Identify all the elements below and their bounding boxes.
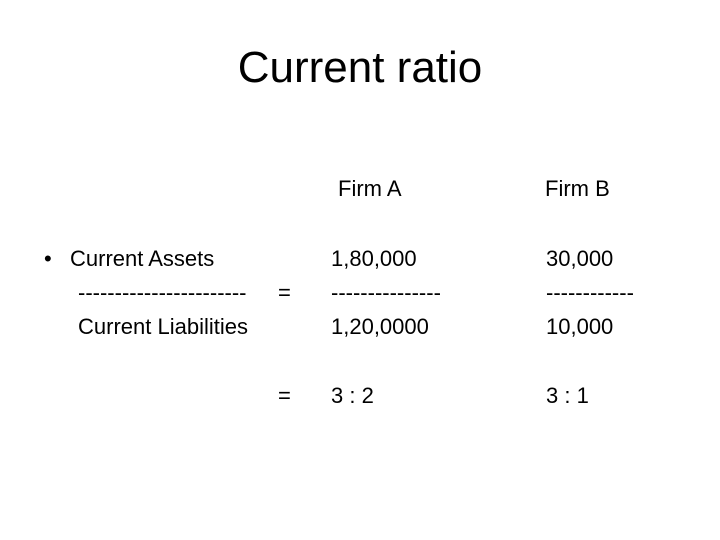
- bullet-icon: •: [44, 246, 52, 271]
- firm-a-numerator: 1,80,000: [331, 246, 417, 271]
- firm-a-divider: ---------------: [331, 280, 441, 305]
- firm-b-ratio: 3 : 1: [546, 383, 589, 408]
- formula-divider: -----------------------: [78, 280, 247, 305]
- firm-b-numerator: 30,000: [546, 246, 614, 271]
- firm-b-divider: ------------: [546, 280, 634, 305]
- formula-numerator: Current Assets: [70, 246, 215, 271]
- firm-b-denominator: 10,000: [546, 314, 614, 339]
- column-header-firm-a: Firm A: [338, 176, 402, 201]
- formula-denominator: Current Liabilities: [78, 314, 248, 339]
- firm-a-ratio: 3 : 2: [331, 383, 374, 408]
- slide-title: Current ratio: [237, 43, 483, 92]
- column-header-firm-b: Firm B: [545, 176, 610, 201]
- result-equals: =: [278, 383, 291, 408]
- formula-equals: =: [278, 280, 291, 305]
- firm-a-denominator: 1,20,0000: [331, 314, 429, 339]
